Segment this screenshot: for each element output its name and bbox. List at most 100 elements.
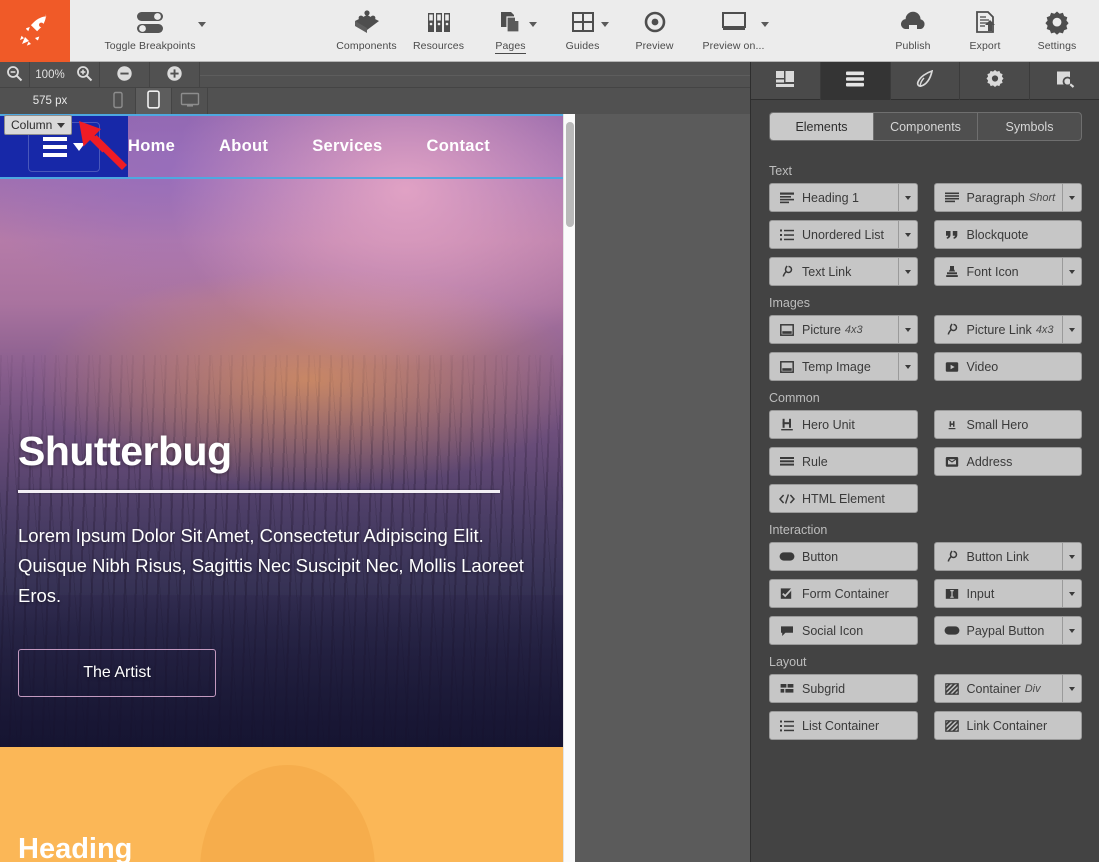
panel-tab-inspect[interactable] bbox=[1030, 62, 1099, 100]
hero-h-icon bbox=[779, 418, 795, 431]
breakpoint-desktop-button[interactable] bbox=[172, 88, 208, 114]
design-canvas[interactable]: Home About Services Contact Shutterbug L… bbox=[0, 114, 750, 862]
rounded-button-icon bbox=[944, 625, 960, 636]
chevron-down-icon[interactable] bbox=[897, 221, 917, 248]
chevron-down-icon[interactable] bbox=[1062, 675, 1081, 702]
element-address[interactable]: Address bbox=[933, 447, 1082, 476]
chevron-down-icon[interactable] bbox=[1062, 258, 1081, 285]
panel-tab-styles[interactable] bbox=[891, 62, 961, 100]
element-button-link[interactable]: Button Link bbox=[933, 542, 1082, 571]
element-link-container[interactable]: Link Container bbox=[933, 711, 1082, 740]
element-paypal-button[interactable]: Paypal Button bbox=[933, 616, 1082, 645]
segment-symbols[interactable]: Symbols bbox=[978, 113, 1081, 140]
chevron-down-icon[interactable] bbox=[897, 353, 917, 380]
toolbar-button-preview-on[interactable]: Preview on... bbox=[691, 0, 777, 62]
nav-link-contact[interactable]: Contact bbox=[427, 137, 491, 156]
element-rule[interactable]: Rule bbox=[769, 447, 918, 476]
guides-grid-icon bbox=[569, 7, 597, 37]
toolbar-button-export[interactable]: Export bbox=[949, 0, 1021, 62]
hero-title[interactable]: Shutterbug bbox=[18, 431, 545, 472]
element-unordered-list[interactable]: Unordered List bbox=[769, 220, 918, 249]
breakpoint-row: 575 px bbox=[0, 88, 750, 128]
toolbar-button-resources[interactable]: Resources bbox=[403, 0, 475, 62]
element-picture-link[interactable]: Picture Link 4x3 bbox=[933, 315, 1082, 344]
speech-bubble-icon bbox=[779, 625, 795, 637]
element-social-icon[interactable]: Social Icon bbox=[769, 616, 918, 645]
element-label: Button Link bbox=[966, 549, 1030, 564]
element-picture[interactable]: Picture 4x3 bbox=[769, 315, 918, 344]
chevron-down-icon[interactable] bbox=[528, 22, 537, 27]
hero-section[interactable]: Home About Services Contact Shutterbug L… bbox=[0, 114, 563, 747]
stack-lines-icon bbox=[845, 70, 865, 93]
chevron-down-icon[interactable] bbox=[897, 258, 917, 285]
element-subgrid[interactable]: Subgrid bbox=[769, 674, 918, 703]
chevron-down-icon[interactable] bbox=[198, 22, 206, 27]
chevron-down-icon[interactable] bbox=[897, 316, 917, 343]
toolbar-button-publish[interactable]: Publish bbox=[877, 0, 949, 62]
selection-tag-column[interactable]: Column bbox=[4, 115, 72, 135]
element-button[interactable]: Button bbox=[769, 542, 918, 571]
chevron-down-icon[interactable] bbox=[1062, 543, 1081, 570]
element-font-icon[interactable]: Font Icon bbox=[933, 257, 1082, 286]
chevron-down-icon[interactable] bbox=[897, 184, 917, 211]
element-form-container[interactable]: Form Container bbox=[769, 579, 918, 608]
panel-tab-elements[interactable] bbox=[820, 62, 891, 100]
link-chain-icon bbox=[779, 265, 795, 278]
element-paragraph[interactable]: Paragraph Short bbox=[933, 183, 1082, 212]
element-list-container[interactable]: List Container bbox=[769, 711, 918, 740]
toolbar-button-preview[interactable]: Preview bbox=[619, 0, 691, 62]
element-text-link[interactable]: Text Link bbox=[769, 257, 918, 286]
scrollbar-thumb[interactable] bbox=[566, 122, 574, 227]
breakpoint-mobile-button[interactable] bbox=[100, 88, 136, 114]
chevron-down-icon[interactable] bbox=[1062, 184, 1081, 211]
panel-tab-settings[interactable] bbox=[960, 62, 1031, 100]
chevron-down-icon[interactable] bbox=[600, 22, 609, 27]
chevron-down-icon[interactable] bbox=[760, 22, 769, 27]
segment-elements[interactable]: Elements bbox=[770, 113, 874, 140]
segment-components[interactable]: Components bbox=[874, 113, 978, 140]
panel-tab-layers[interactable] bbox=[751, 62, 821, 100]
toolbar-label: Publish bbox=[895, 40, 931, 52]
element-hero-unit[interactable]: Hero Unit bbox=[769, 410, 918, 439]
toolbar-button-toggle-breakpoints[interactable]: Toggle Breakpoints bbox=[70, 0, 230, 62]
hero-cta-button[interactable]: The Artist bbox=[18, 648, 216, 697]
element-temp-image[interactable]: Temp Image bbox=[769, 352, 918, 381]
element-html-element[interactable]: HTML Element bbox=[769, 484, 918, 513]
chevron-down-icon[interactable] bbox=[1062, 580, 1081, 607]
toolbar-button-guides[interactable]: Guides bbox=[547, 0, 619, 62]
decrease-width-button[interactable] bbox=[100, 62, 150, 88]
page-preview[interactable]: Home About Services Contact Shutterbug L… bbox=[0, 114, 575, 862]
element-suffix: Div bbox=[1024, 682, 1041, 695]
element-video[interactable]: Video bbox=[933, 352, 1082, 381]
element-heading-1[interactable]: Heading 1 bbox=[769, 183, 918, 212]
element-container[interactable]: Container Div bbox=[933, 674, 1082, 703]
zoom-in-button[interactable] bbox=[70, 62, 100, 88]
toolbar-button-components[interactable]: Components bbox=[331, 0, 403, 62]
chevron-down-icon[interactable] bbox=[57, 122, 65, 128]
toolbar-left-group: Toggle Breakpoints bbox=[70, 0, 230, 61]
chevron-down-icon[interactable] bbox=[1062, 617, 1081, 644]
element-blockquote[interactable]: Blockquote bbox=[933, 220, 1082, 249]
paragraph-lines-icon bbox=[944, 192, 960, 204]
breakpoint-tablet-button[interactable] bbox=[136, 88, 172, 114]
section-heading[interactable]: Heading bbox=[18, 833, 132, 862]
nav-link-about[interactable]: About bbox=[219, 137, 268, 156]
components-box-icon bbox=[352, 7, 382, 37]
toolbar-button-settings[interactable]: Settings bbox=[1021, 0, 1093, 62]
element-suffix: 4x3 bbox=[1035, 323, 1054, 336]
ruler-line-top bbox=[200, 75, 750, 76]
toolbar-button-pages[interactable]: Pages bbox=[475, 0, 547, 62]
rounded-button-icon bbox=[779, 551, 795, 562]
chevron-down-icon[interactable] bbox=[1062, 316, 1081, 343]
hero-paragraph[interactable]: Lorem Ipsum Dolor Sit Amet, Consectetur … bbox=[18, 521, 545, 611]
second-section[interactable]: Heading bbox=[0, 747, 563, 862]
panel-segmented-control: Elements Components Symbols bbox=[769, 112, 1082, 141]
link-chain-icon bbox=[944, 550, 960, 563]
increase-width-button[interactable] bbox=[150, 62, 200, 88]
page-vertical-scrollbar[interactable] bbox=[563, 114, 575, 862]
element-input[interactable]: Input bbox=[933, 579, 1082, 608]
section-image-silhouette bbox=[200, 765, 375, 862]
element-small-hero[interactable]: Small Hero bbox=[933, 410, 1082, 439]
nav-link-services[interactable]: Services bbox=[312, 137, 382, 156]
zoom-out-button[interactable] bbox=[0, 62, 30, 88]
